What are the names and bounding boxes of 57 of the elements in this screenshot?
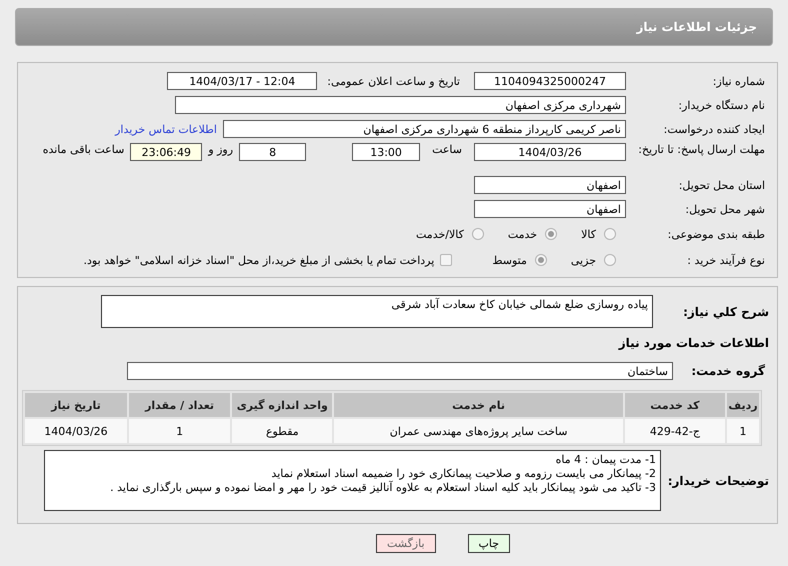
remaining-time-field: 23:06:49 — [130, 143, 202, 161]
table-cell: مقطوع — [232, 419, 332, 443]
back-button[interactable]: بازگشت — [376, 534, 436, 553]
field-label: شرح کلي نیاز: — [682, 304, 769, 319]
requester-field: ناصر کریمی کارپرداز منطقه 6 شهرداری مرکزی اصفهان — [223, 120, 626, 138]
page-header: جزئیات اطلاعات نیاز — [15, 8, 773, 46]
notes-box: 1- مدت پیمان : 4 ماه 2- پیمانکار می بایست رزومه و صلاحیت پیمانکاری خود را ضمیمه اسناد استعلام نماید 3- تاکید می شود پیمانکار باید کلیه اسناد استعلام به علاوه آنالیز قیمت خود را مهر و امضا نموده و سپس بارگذاری نماید . — [44, 450, 661, 511]
field-label: روز و — [208, 143, 234, 156]
field-label: نام دستگاه خریدار: — [677, 98, 766, 112]
description-box: پیاده روسازی ضلع شمالی خیابان کاخ سعادت آباد شرقی — [101, 295, 653, 328]
field-label: استان محل تحویل: — [678, 178, 766, 192]
field-label: شهر محل تحویل: — [684, 202, 766, 216]
radio-button[interactable] — [604, 228, 616, 240]
deadline-date-field: 1404/03/26 — [474, 143, 626, 161]
field-label: ساعت باقی مانده — [42, 143, 124, 156]
table-cell: ساخت سایر پروژه‌های مهندسی عمران — [334, 419, 623, 443]
option-label: متوسط — [492, 254, 527, 266]
column-header: کد خدمت — [624, 393, 726, 417]
buyer-org-field: شهرداری مرکزی اصفهان — [175, 96, 626, 114]
city-field: اصفهان — [474, 200, 626, 218]
option-label: کالا — [581, 228, 596, 240]
table-cell: ج-42-429 — [624, 419, 726, 443]
field-label: ساعت — [432, 143, 462, 156]
column-header: تاریخ نیاز — [25, 393, 127, 417]
radio-button[interactable] — [604, 254, 616, 266]
option-label: کالا/خدمت — [416, 228, 464, 240]
days-field: 8 — [239, 143, 306, 161]
field-label: شماره نیاز: — [712, 74, 766, 88]
section-heading: اطلاعات خدمات مورد نیاز — [618, 336, 769, 350]
need-number-field: 1104094325000247 — [474, 72, 626, 90]
field-label: مهلت ارسال پاسخ: تا تاریخ: — [637, 143, 766, 157]
deadline-time-field: 13:00 — [352, 143, 420, 161]
option-label: خدمت — [508, 228, 538, 240]
field-label: تاریخ و ساعت اعلان عمومی: — [327, 74, 460, 88]
province-field: اصفهان — [474, 176, 626, 194]
field-label: توضیحات خریدار: — [667, 474, 769, 488]
announce-date-field: 1404/03/17 - 12:04 — [167, 72, 318, 90]
table-cell: 1 — [128, 419, 230, 443]
print-button[interactable]: چاپ — [468, 534, 510, 553]
field-label: طبقه بندی موضوعی: — [666, 228, 766, 240]
buyer-contact-link[interactable]: اطلاعات تماس خریدار — [115, 122, 217, 136]
radio-button[interactable] — [545, 228, 558, 240]
field-label: نوع فرآیند خرید : — [686, 254, 766, 266]
column-header: واحد اندازه گیری — [232, 393, 332, 417]
field-label: گروه خدمت: — [690, 364, 766, 378]
column-header: نام خدمت — [334, 393, 623, 417]
service-group-field: ساختمان — [127, 362, 673, 380]
column-header: تعداد / مقدار — [128, 393, 230, 417]
column-header: ردیف — [727, 393, 759, 417]
table-cell: 1404/03/26 — [25, 419, 127, 443]
checkbox[interactable] — [440, 254, 452, 266]
option-label: جزیی — [570, 254, 596, 266]
payment-note: پرداخت تمام یا بخشی از مبلغ خرید،از محل "اسناد خزانه اسلامی" خواهد بود. — [84, 254, 434, 266]
radio-button[interactable] — [534, 254, 547, 266]
table-cell: 1 — [727, 419, 759, 443]
field-label: ایجاد کننده درخواست: — [662, 122, 766, 136]
radio-button[interactable] — [472, 228, 484, 240]
